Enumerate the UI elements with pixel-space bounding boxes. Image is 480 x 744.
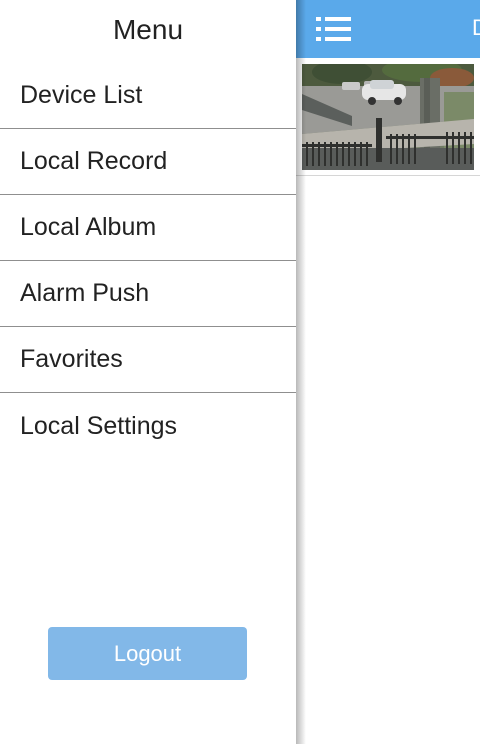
drawer-shadow (296, 0, 306, 744)
list-menu-icon[interactable] (316, 14, 352, 44)
logout-button[interactable]: Logout (48, 627, 247, 680)
camera-thumbnail[interactable] (302, 64, 474, 170)
drawer-title: Menu (112, 14, 184, 45)
menu-item-local-album[interactable]: Local Album (0, 195, 296, 261)
app-screen: D Menu Device List Local Record Local Al… (0, 0, 480, 744)
menu-item-favorites[interactable]: Favorites (0, 327, 296, 393)
navigation-drawer: Menu Device List Local Record Local Albu… (0, 0, 296, 744)
menu-item-device-list[interactable]: Device List (0, 63, 296, 129)
menu-item-local-settings[interactable]: Local Settings (0, 393, 296, 459)
menu-list: Device List Local Record Local Album Ala… (0, 63, 296, 459)
topbar-title: D (472, 15, 480, 40)
main-content: D (296, 0, 480, 744)
top-bar: D (296, 0, 480, 58)
list-divider (296, 175, 480, 176)
menu-item-alarm-push[interactable]: Alarm Push (0, 261, 296, 327)
menu-item-local-record[interactable]: Local Record (0, 129, 296, 195)
